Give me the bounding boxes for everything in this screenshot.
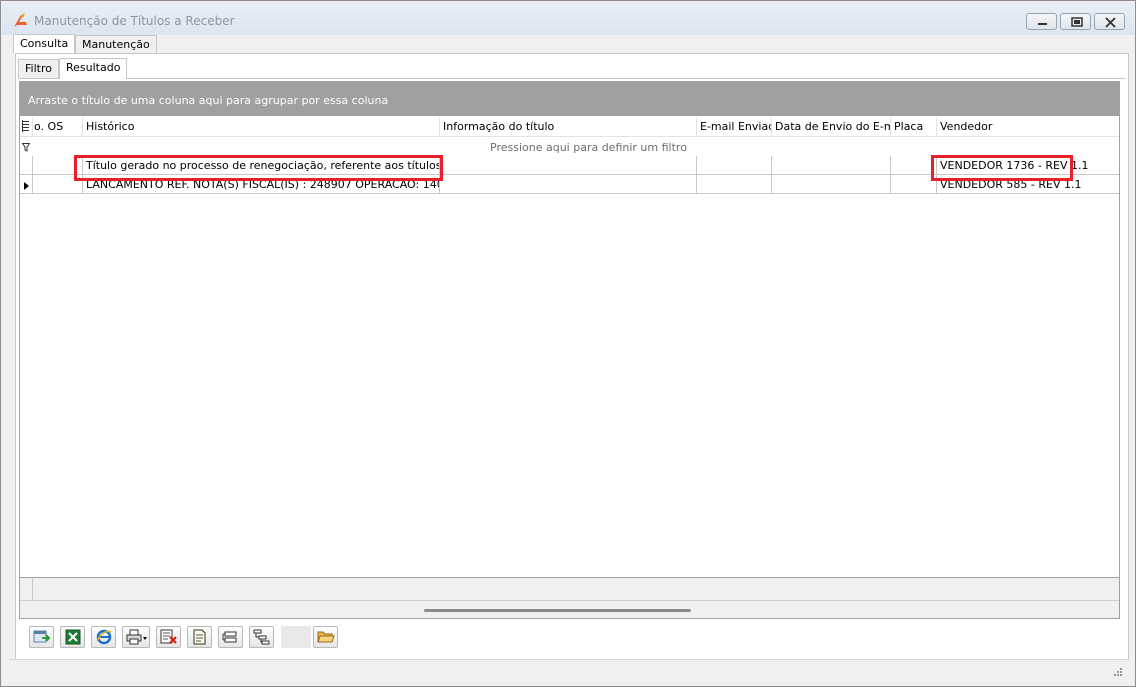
expand-rows-button[interactable] bbox=[218, 626, 243, 648]
row-indicator bbox=[20, 156, 33, 175]
cell-vendedor: VENDEDOR 1736 - REV 1.1 bbox=[940, 159, 1089, 172]
title-bar: Manutenção de Títulos a Receber bbox=[2, 2, 1134, 35]
tab-consulta-label: Consulta bbox=[20, 37, 69, 50]
group-tree-button[interactable] bbox=[249, 626, 274, 648]
cell-os bbox=[33, 175, 83, 194]
row-indicator bbox=[20, 175, 33, 194]
horizontal-scrollbar[interactable] bbox=[20, 600, 1119, 618]
filter-row[interactable]: Pressione aqui para definir um filtro bbox=[20, 138, 1119, 156]
window-title: Manutenção de Títulos a Receber bbox=[34, 14, 235, 28]
close-icon bbox=[1105, 17, 1116, 28]
tab-resultado-label: Resultado bbox=[66, 61, 121, 74]
footer-indicator-cell bbox=[20, 578, 33, 600]
header-os[interactable]: o. OS bbox=[33, 117, 83, 137]
delete-record-icon bbox=[160, 629, 177, 644]
client-area: Consulta Manutenção Filtro Resultado Arr… bbox=[9, 34, 1129, 681]
restore-button[interactable] bbox=[1060, 13, 1091, 30]
expand-rows-icon bbox=[222, 631, 237, 643]
export-excel-button[interactable] bbox=[60, 626, 85, 648]
minimize-button[interactable] bbox=[1026, 13, 1057, 30]
tree-icon bbox=[253, 629, 270, 645]
table-row[interactable]: Título gerado no processo de renegociaçã… bbox=[20, 156, 1119, 175]
toolbar-spacer bbox=[281, 626, 311, 648]
cell-historico: Título gerado no processo de renegociaçã… bbox=[83, 156, 440, 175]
cell-informacao bbox=[440, 175, 697, 194]
cell-placa bbox=[891, 175, 937, 194]
header-data-envio[interactable]: Data de Envio do E-mail bbox=[772, 117, 891, 137]
status-bar bbox=[9, 659, 1129, 681]
grid-footer bbox=[20, 577, 1119, 600]
export-icon bbox=[33, 630, 51, 643]
internet-explorer-icon bbox=[96, 629, 112, 645]
group-by-panel[interactable]: Arraste o título de uma coluna aqui para… bbox=[20, 82, 1119, 116]
main-window: Manutenção de Títulos a Receber Consulta… bbox=[0, 0, 1136, 687]
header-informacao[interactable]: Informação do título bbox=[440, 117, 697, 137]
export-button[interactable] bbox=[29, 626, 54, 648]
filter-row-hint: Pressione aqui para definir um filtro bbox=[490, 141, 687, 154]
tab-consulta[interactable]: Consulta bbox=[13, 34, 76, 53]
header-vendedor[interactable]: Vendedor bbox=[937, 117, 1119, 137]
cell-data-envio bbox=[772, 175, 891, 194]
minimize-icon bbox=[1038, 23, 1047, 25]
tab-divider bbox=[18, 78, 1126, 79]
open-folder-icon bbox=[317, 631, 335, 643]
tab-manutencao-label: Manutenção bbox=[82, 38, 150, 51]
export-html-button[interactable] bbox=[91, 626, 116, 648]
cell-email-enviado bbox=[697, 175, 772, 194]
header-historico[interactable]: Histórico bbox=[83, 117, 440, 137]
consulta-panel: Filtro Resultado Arraste o título de uma… bbox=[15, 53, 1129, 675]
open-folder-button[interactable] bbox=[313, 626, 338, 648]
print-dropdown-icon bbox=[126, 629, 147, 645]
resize-grip-icon[interactable] bbox=[1113, 667, 1123, 677]
delete-record-button[interactable] bbox=[156, 626, 181, 648]
tab-filtro[interactable]: Filtro bbox=[18, 59, 59, 78]
header-email-enviado[interactable]: E-mail Enviado bbox=[697, 117, 772, 137]
results-grid[interactable]: Arraste o título de uma coluna aqui para… bbox=[19, 81, 1120, 619]
cell-placa bbox=[891, 156, 937, 175]
tab-filtro-label: Filtro bbox=[25, 62, 52, 75]
cell-email-enviado bbox=[697, 156, 772, 175]
column-chooser-button[interactable] bbox=[20, 117, 33, 137]
close-button[interactable] bbox=[1094, 13, 1125, 30]
app-logo-icon bbox=[14, 13, 27, 27]
print-dropdown-button[interactable] bbox=[122, 626, 150, 648]
tab-resultado[interactable]: Resultado bbox=[59, 58, 128, 79]
document-button[interactable] bbox=[187, 626, 212, 648]
excel-icon bbox=[65, 629, 81, 645]
cell-data-envio bbox=[772, 156, 891, 175]
filter-icon bbox=[22, 143, 30, 152]
scrollbar-thumb[interactable] bbox=[424, 609, 691, 612]
bottom-toolbar bbox=[29, 622, 338, 650]
cell-historico: LANCAMENTO REF. NOTA(S) FISCAL(IS) : 248… bbox=[83, 175, 440, 194]
cell-informacao bbox=[440, 156, 697, 175]
header-placa[interactable]: Placa bbox=[891, 117, 937, 137]
cell-os bbox=[33, 156, 83, 175]
table-row[interactable]: LANCAMENTO REF. NOTA(S) FISCAL(IS) : 248… bbox=[20, 175, 1119, 194]
current-row-arrow-icon bbox=[24, 182, 29, 190]
column-header-row: o. OS Histórico Informação do título E-m… bbox=[20, 117, 1119, 137]
cell-vendedor: VENDEDOR 585 - REV 1.1 bbox=[940, 178, 1082, 191]
column-chooser-icon bbox=[22, 120, 29, 132]
restore-icon bbox=[1071, 17, 1083, 27]
group-by-hint: Arraste o título de uma coluna aqui para… bbox=[28, 94, 389, 107]
tab-manutencao[interactable]: Manutenção bbox=[75, 35, 157, 53]
document-icon bbox=[193, 629, 206, 645]
